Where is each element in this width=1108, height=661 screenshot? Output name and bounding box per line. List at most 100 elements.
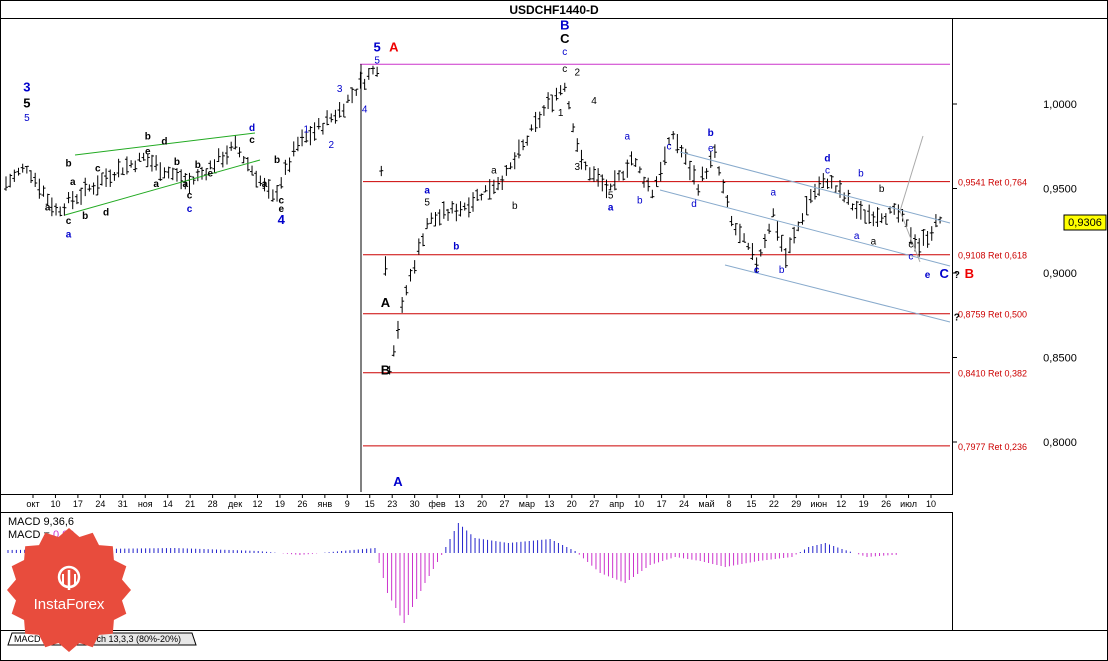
x-tick-label: 24 [679,499,689,509]
wave-label: 5 [23,95,30,110]
x-tick-label: фев [428,499,445,509]
x-tick-label: 27 [589,499,599,509]
wave-label: 4 [278,212,286,227]
chart-title: USDCHF1440-D [509,3,599,17]
y-tick-label: 0,9500 [1043,184,1077,196]
wave-label: c [908,240,913,251]
wave-label: A [393,474,403,489]
x-tick-label: мар [519,499,535,509]
x-tick-label: 19 [859,499,869,509]
wave-label: b [195,160,201,171]
wave-label: b [512,201,518,212]
wave-label: a [45,202,51,213]
x-tick-label: 17 [657,499,667,509]
x-tick-label: 20 [477,499,487,509]
x-tick-label: 10 [926,499,936,509]
wave-label: c [825,165,830,176]
wave-label: c [562,64,567,75]
x-tick-label: 8 [726,499,731,509]
wave-label: a [491,165,497,176]
x-tick-label: 10 [634,499,644,509]
fib-label: 0,8410 Ret 0,382 [958,369,1027,379]
wave-label: a [871,236,877,247]
wave-label: c [908,251,913,262]
wave-label: 4 [362,104,368,115]
wave-label: b [879,184,885,195]
x-tick-label: 9 [345,499,350,509]
fib-label: 0,9541 Ret 0,764 [958,178,1027,188]
y-tick-label: 0,8500 [1043,353,1077,365]
wave-label: a [262,179,268,190]
wave-label: d [103,208,109,219]
outer-frame [0,0,1108,661]
instaforex-logo: InstaForex [7,528,131,652]
current-price-text: 0,9306 [1068,217,1102,229]
indicator-tabs: MACD 9,36,6 Stoch 13,3,3 (80%-20%) [7,632,197,646]
wave-label: C [940,266,950,281]
x-tick-label: 27 [499,499,509,509]
x-tick-label: июл [900,499,917,509]
y-tick-label: 1,0000 [1043,99,1077,111]
chart-svg: USDCHF1440-D 1,0000 0,9500 0,9000 0,8500 0,8… [0,0,1108,661]
x-tick-label: 30 [410,499,420,509]
x-tick-label: окт [26,499,39,509]
wave-label: B [965,266,974,281]
wave-label: c [249,135,255,146]
wave-label: c [187,204,193,215]
x-tick-label: 10 [50,499,60,509]
x-tick-label: 15 [746,499,756,509]
x-tick-label: май [698,499,714,509]
wave-label: d [249,123,255,134]
wave-label: a [770,187,776,198]
x-tick-label: 28 [208,499,218,509]
x-tick-label: 21 [185,499,195,509]
wave-label: a [153,179,159,190]
wave-label: c [754,265,760,276]
wave-label: c [66,216,72,227]
wave-label: a [854,231,860,242]
x-tick-label: 13 [544,499,554,509]
x-tick-label: 12 [836,499,846,509]
wave-label: d [161,137,167,148]
x-tick-label: 31 [118,499,128,509]
wave-label: e [925,270,931,281]
wave-label: b [858,169,864,180]
wave-label: b [82,211,88,222]
wave-label: a [70,177,76,188]
x-tick-label: 14 [163,499,173,509]
wave-label: B [381,362,390,377]
wave-label: 1 [558,108,564,119]
macd-label: MACD 9,36,6 [8,516,74,528]
wave-label: b [453,241,459,252]
x-tick-label: дек [228,499,242,509]
x-tick-label: 17 [73,499,83,509]
wave-label: 2 [575,67,581,78]
x-tick-label: янв [318,499,333,509]
wave-label: a [608,202,614,213]
wave-label: a [183,179,189,190]
x-tick-label: 12 [252,499,262,509]
wave-label: 5 [424,197,430,208]
wave-label: 3 [337,84,343,95]
x-tick-label: 23 [387,499,397,509]
wave-label: 3 [23,79,30,94]
wave-label: 5 [608,191,614,202]
wave-label: b [174,157,180,168]
x-tick-label: 26 [297,499,307,509]
x-tick-label: 20 [567,499,577,509]
x-tick-label: ноя [138,499,153,509]
wave-label: 5 [374,40,381,55]
x-tick-label: апр [609,499,624,509]
wave-label: e [145,147,151,158]
wave-label: 3 [575,162,581,173]
x-tick-label: июн [810,499,827,509]
wave-label: b [779,265,785,276]
wave-label: b [708,128,714,139]
y-tick-label: 0,8000 [1043,437,1077,449]
wave-label: ? [954,270,960,281]
instaforex-text: InstaForex [34,596,105,613]
x-tick-label: 26 [881,499,891,509]
x-tick-label: 29 [791,499,801,509]
x-tick-label: 19 [275,499,285,509]
wave-label: c [562,47,567,58]
